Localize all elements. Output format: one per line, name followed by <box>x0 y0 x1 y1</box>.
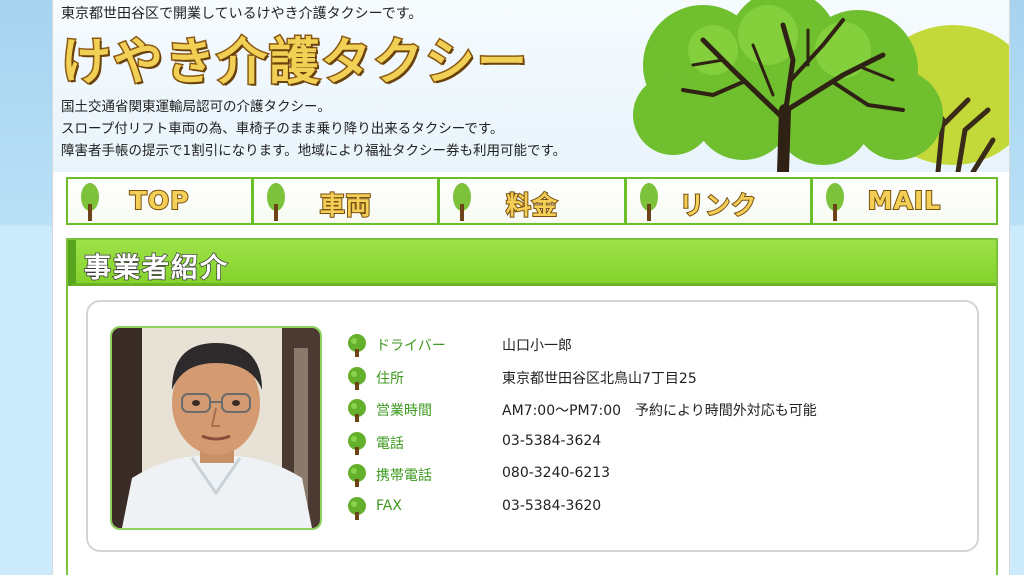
row-value: 03-5384-3620 <box>502 497 602 514</box>
description-line: 国土交通省関東運輸局認可の介護タクシー。 <box>61 99 331 115</box>
tree-icon <box>348 464 366 487</box>
nav-label: TOP <box>129 185 190 216</box>
site-description: 国土交通省関東運輸局認可の介護タクシー。 スロープ付リフト車両の為、車椅子のまま… <box>61 96 566 162</box>
nav-label: 料金 <box>505 190 559 221</box>
nav-label: MAIL <box>867 185 942 216</box>
nav-item-top[interactable]: TOP <box>66 177 254 225</box>
tree-icon <box>348 399 366 422</box>
tree-icon <box>348 431 366 455</box>
row-label: 住所 <box>376 370 404 387</box>
nav-item-fare[interactable]: 料金 <box>439 177 626 225</box>
description-line: スロープ付リフト車両の為、車椅子のまま乗り降り出来るタクシーです。 <box>61 121 504 137</box>
site-logo[interactable]: けやき介護タクシー <box>60 22 529 94</box>
row-value: 山口小一郎 <box>502 338 572 354</box>
business-intro-section: 事業者紹介 ドライバー 山口小一郎 住所 東京都世田谷区北鳥山7丁目25 営業時… <box>66 238 998 575</box>
row-label: 携帯電話 <box>376 468 432 484</box>
nav-label: リンク <box>678 190 758 221</box>
tree-icon <box>348 496 366 520</box>
site-tagline: 東京都世田谷区で開業しているけやき介護タクシーです。 <box>61 6 423 22</box>
profile-card: ドライバー 山口小一郎 住所 東京都世田谷区北鳥山7丁目25 営業時間 AM7:… <box>86 300 979 552</box>
tree-icon <box>348 366 366 390</box>
description-line: 障害者手帳の提示で1割引になります。地域により福祉タクシー券も利用可能です。 <box>61 143 567 159</box>
nav-item-mail[interactable]: MAIL <box>811 177 999 225</box>
row-value: 080-3240-6213 <box>502 465 611 481</box>
row-label: 営業時間 <box>376 403 432 419</box>
site-header: 東京都世田谷区で開業しているけやき介護タクシーです。 けやき介護タクシー 国土交… <box>53 0 1009 172</box>
nav-item-vehicle[interactable]: 車両 <box>253 177 440 225</box>
section-title: 事業者紹介 <box>83 252 229 285</box>
page: 東京都世田谷区で開業しているけやき介護タクシーです。 けやき介護タクシー 国土交… <box>52 0 1010 575</box>
tree-icon <box>348 334 366 357</box>
nav-label: 車両 <box>319 190 372 221</box>
row-label: FAX <box>376 497 402 514</box>
row-value: AM7:00～PM7:00 予約により時間外対応も可能 <box>502 403 817 419</box>
row-value: 東京都世田谷区北鳥山7丁目25 <box>502 370 697 387</box>
row-label: ドライバー <box>376 338 446 354</box>
driver-portrait-image <box>112 328 320 528</box>
section-header: 事業者紹介 <box>68 240 996 286</box>
header-trees-illustration <box>633 0 1009 172</box>
driver-photo <box>110 326 322 530</box>
row-label: 電話 <box>376 435 404 452</box>
row-value: 03-5384-3624 <box>502 432 602 449</box>
nav-item-links[interactable]: リンク <box>625 177 812 225</box>
main-nav: TOP 車両 料金 リンク MAIL <box>66 177 999 225</box>
